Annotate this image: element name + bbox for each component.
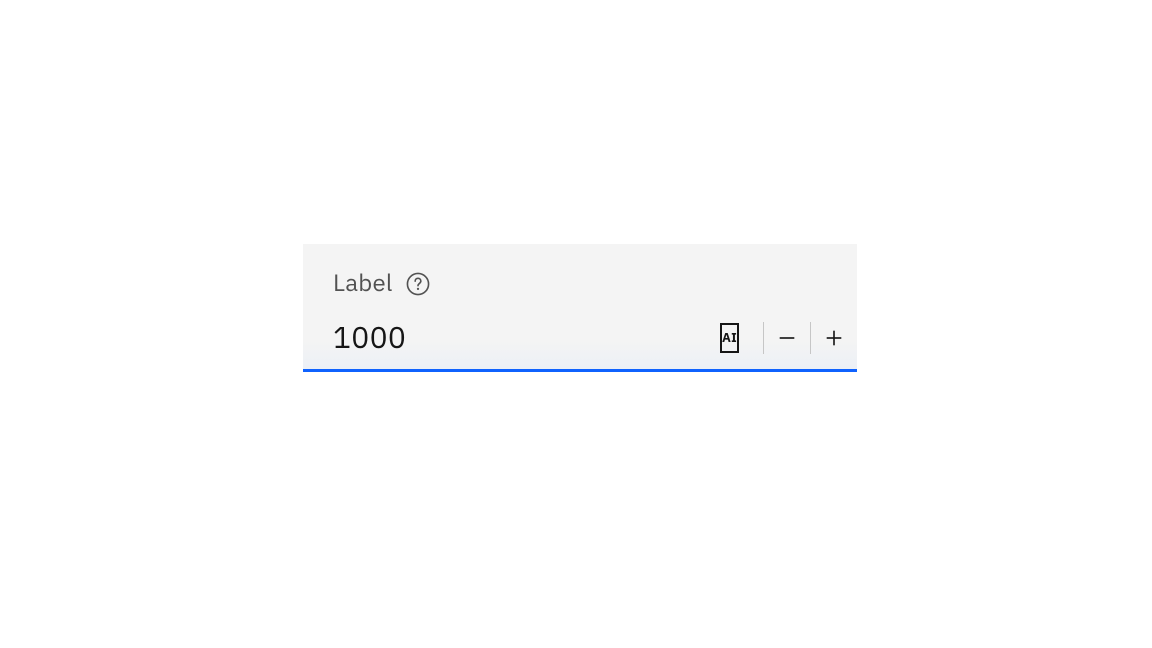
label-row: Label: [303, 244, 857, 306]
minus-icon: [774, 325, 800, 351]
decrement-button[interactable]: [764, 306, 810, 369]
ai-button[interactable]: AI: [720, 323, 739, 353]
plus-icon: [821, 325, 847, 351]
input-row: AI: [303, 306, 857, 372]
help-icon[interactable]: [405, 271, 431, 297]
number-input: Label AI: [303, 244, 857, 372]
input-label: Label: [333, 266, 393, 298]
increment-button[interactable]: [811, 306, 857, 369]
ai-icon: AI: [722, 331, 737, 344]
value-input[interactable]: [333, 306, 720, 369]
